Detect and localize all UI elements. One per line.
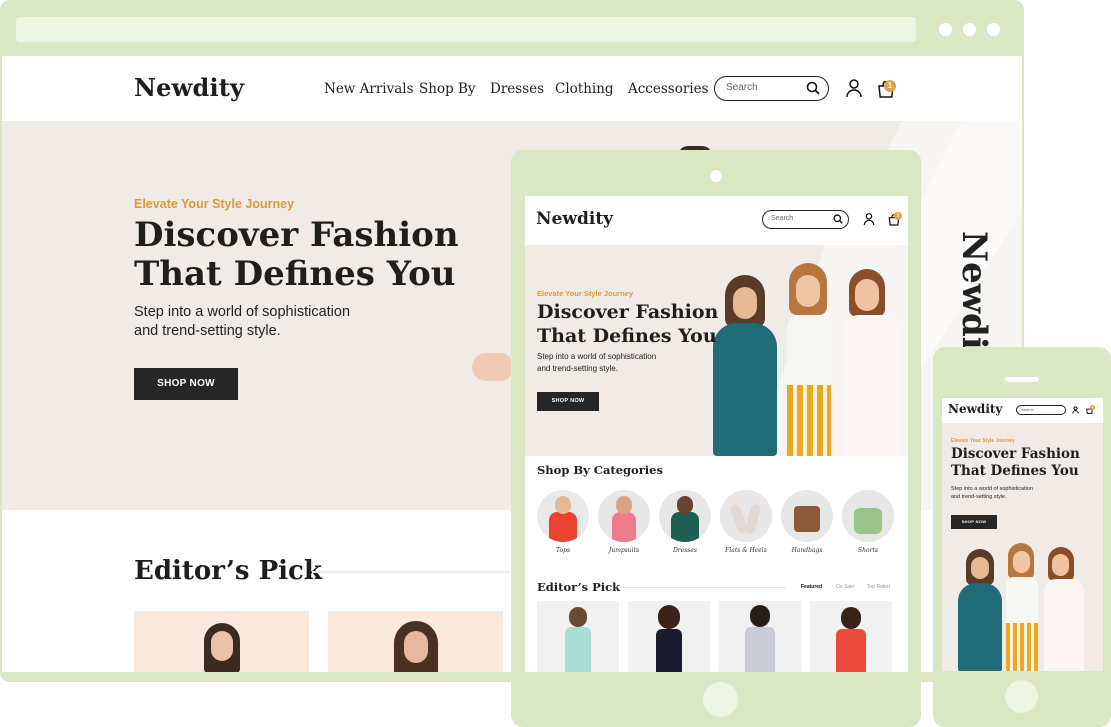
tablet-device-frame: Newdity Search 1 Elevate Your Style Jour… [511, 150, 921, 727]
product-card[interactable] [134, 611, 309, 672]
category-handbags[interactable]: Handbags [781, 490, 833, 554]
category-label: Shorts [858, 547, 878, 554]
search-input[interactable]: Search [762, 210, 849, 229]
tablet-home-button[interactable] [703, 682, 738, 717]
hero-subtitle-line2: and trend-setting style. [537, 364, 618, 373]
nav-dresses[interactable]: Dresses [490, 81, 544, 97]
search-placeholder: Search [726, 82, 758, 93]
shop-now-button[interactable]: SHOP NOW [134, 368, 238, 400]
hero-title-line1: Discover Fashion [951, 446, 1080, 462]
hero-title-line1: Discover Fashion [537, 301, 719, 323]
nav-shop-by[interactable]: Shop By [419, 81, 476, 97]
phone-screen: Newdity Search 1 Elevate Your Style Jour… [942, 398, 1103, 671]
brand-logo[interactable]: Newdity [536, 209, 613, 229]
category-label: Handbags [791, 547, 823, 554]
category-label: Flats & Heels [725, 547, 767, 554]
hero-models-photo [703, 263, 908, 456]
cart-count-badge: 1 [884, 80, 896, 92]
user-icon[interactable] [1072, 406, 1079, 414]
tablet-screen: Newdity Search 1 Elevate Your Style Jour… [525, 196, 908, 672]
product-card[interactable] [810, 601, 892, 672]
hero-title-line1: Discover Fashion [134, 215, 459, 255]
hero-eyebrow: Elevate Your Style Journey [537, 289, 634, 298]
hero-model-hand [472, 353, 514, 381]
tablet-camera [710, 170, 722, 182]
cart-count-badge: 1 [1090, 405, 1095, 410]
search-icon[interactable] [833, 214, 843, 224]
brand-logo[interactable]: Newdity [134, 73, 244, 102]
nav-accessories[interactable]: Accessories [628, 81, 709, 97]
hero-title-line2: That Defines You [134, 254, 456, 294]
editors-pick-title: Editor’s Pick [537, 580, 621, 594]
category-flats-heels[interactable]: Flats & Heels [720, 490, 772, 554]
phone-home-button[interactable] [1005, 680, 1038, 713]
user-icon[interactable] [863, 212, 875, 226]
hero-subtitle-line1: Step into a world of sophistication [951, 486, 1033, 492]
product-card[interactable] [537, 601, 619, 672]
product-model-face [211, 631, 233, 661]
window-dot-1 [939, 23, 952, 36]
editors-pick-title: Editor’s Pick [134, 556, 322, 586]
category-jumpsuits[interactable]: Jumpsuits [598, 490, 650, 554]
hero-subtitle-line1: Step into a world of sophistication [537, 352, 657, 361]
window-dot-3 [987, 23, 1000, 36]
product-card[interactable] [328, 611, 503, 672]
section-divider [621, 587, 786, 588]
brand-logo[interactable]: Newdity [948, 402, 1002, 416]
category-dresses[interactable]: Dresses [659, 490, 711, 554]
product-card[interactable] [628, 601, 710, 672]
vertical-brand-logo: Newdity [954, 231, 994, 386]
shop-now-button[interactable]: SHOP NOW [951, 515, 997, 529]
user-icon[interactable] [845, 78, 863, 98]
phone-device-frame: Newdity Search 1 Elevate Your Style Jour… [933, 347, 1111, 727]
hero-subtitle-line1: Step into a world of sophistication [134, 304, 351, 320]
section-divider [312, 571, 512, 573]
category-shorts[interactable]: Shorts [842, 490, 894, 554]
search-input[interactable]: Search [1016, 405, 1066, 415]
hero-subtitle-line2: and trend-setting style. [134, 323, 281, 339]
hero-title-line2: That Defines You [951, 463, 1079, 479]
hero-eyebrow: Elevate Your Style Journey [134, 197, 295, 211]
hero-section: Elevate Your Style Journey Discover Fash… [942, 423, 1103, 671]
nav-new-arrivals[interactable]: New Arrivals [324, 81, 414, 97]
hero-section: Elevate Your Style Journey Discover Fash… [525, 245, 908, 456]
hero-subtitle-line2: and trend-setting style. [951, 494, 1007, 500]
search-icon[interactable] [806, 81, 820, 95]
nav-clothing[interactable]: Clothing [555, 81, 614, 97]
browser-address-bar [16, 17, 916, 42]
category-label: Tops [555, 547, 571, 554]
search-placeholder: Search [771, 215, 794, 222]
tab-top-rated[interactable]: Top Rated [867, 584, 890, 590]
tab-featured[interactable]: Featured [801, 584, 822, 590]
category-label: Dresses [672, 547, 698, 554]
category-label: Jumpsuits [608, 547, 640, 554]
product-card[interactable] [719, 601, 801, 672]
tab-on-sale[interactable]: On Sale [836, 584, 854, 590]
cart-count-badge: 1 [894, 212, 902, 220]
shop-now-button[interactable]: SHOP NOW [537, 392, 599, 411]
hero-models-photo [952, 541, 1102, 671]
phone-speaker [1005, 377, 1039, 382]
window-dot-2 [963, 23, 976, 36]
hero-title-line2: That Defines You [537, 325, 717, 347]
product-model-face [404, 631, 428, 663]
categories-title: Shop By Categories [537, 463, 663, 477]
hero-eyebrow: Elevate Your Style Journey [951, 438, 1016, 444]
search-input[interactable]: Search [714, 76, 829, 101]
category-tops[interactable]: Tops [537, 490, 589, 554]
search-placeholder: Search [1021, 407, 1034, 412]
